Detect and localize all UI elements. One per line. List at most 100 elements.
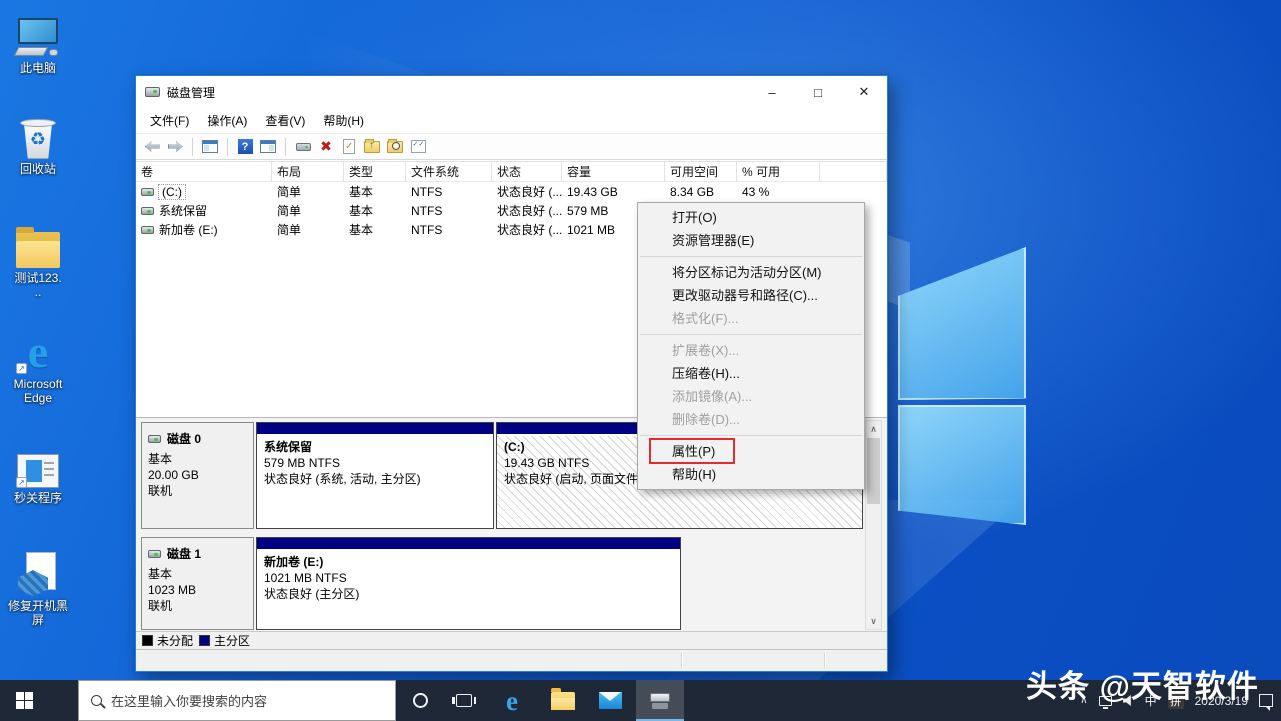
validate-icon[interactable] (340, 138, 358, 156)
partition-size: 579 MB NTFS (264, 455, 486, 471)
column-header-filesystem[interactable]: 文件系统 (406, 162, 492, 181)
column-header-pctfree[interactable]: % 可用 (737, 162, 820, 181)
menu-item-format: 格式化(F)... (638, 307, 864, 330)
shortcut-arrow-icon: ↗ (16, 363, 27, 374)
menu-item-shrink-volume[interactable]: 压缩卷(H)... (638, 362, 864, 385)
toolbar-separator (285, 138, 286, 156)
menu-item-mark-active[interactable]: 将分区标记为活动分区(M) (638, 261, 864, 284)
show-console-tree-icon[interactable] (201, 138, 219, 156)
volume-list-header: 卷 布局 类型 文件系统 状态 容量 可用空间 % 可用 (136, 162, 887, 182)
partition-system-reserved[interactable]: 系统保留 579 MB NTFS 状态良好 (系统, 活动, 主分区) (256, 422, 494, 529)
desktop-icon-label: Microsoft (14, 377, 63, 391)
legend-label: 主分区 (214, 632, 250, 649)
desktop-icon-folder-test[interactable]: 测试123. .. (2, 222, 74, 299)
cortana-button[interactable] (398, 680, 442, 721)
folder-find-icon[interactable] (386, 138, 404, 156)
menu-file[interactable]: 文件(F) (141, 109, 198, 132)
menu-item-change-drive-letter[interactable]: 更改驱动器号和路径(C)... (638, 284, 864, 307)
mail-button[interactable] (588, 680, 632, 721)
volume-icon (141, 226, 154, 234)
search-placeholder: 在这里输入你要搜索的内容 (111, 691, 267, 710)
legend-label: 未分配 (157, 632, 193, 649)
desktop-icon-registry-file[interactable]: 修复开机黑 屏 (2, 550, 74, 627)
toolbar: ? ✖ (136, 133, 887, 160)
partition-new-volume-e[interactable]: 新加卷 (E:) 1021 MB NTFS 状态良好 (主分区) (256, 537, 681, 630)
unallocated-legend-swatch (142, 635, 153, 646)
menu-view[interactable]: 查看(V) (256, 109, 314, 132)
menu-help[interactable]: 帮助(H) (314, 109, 373, 132)
desktop-icon-microsoft-edge[interactable]: e↗ Microsoft Edge (2, 328, 74, 405)
volume-row-c[interactable]: (C:) 简单 基本 NTFS 状态良好 (... 19.43 GB 8.34 … (136, 182, 887, 201)
action-center-icon[interactable] (1259, 694, 1273, 707)
edge-icon: e (506, 688, 518, 714)
disk-1-header[interactable]: 磁盘 1 基本 1023 MB 联机 (141, 537, 254, 630)
disk-0-header[interactable]: 磁盘 0 基本 20.00 GB 联机 (141, 422, 254, 529)
menu-bar: 文件(F) 操作(A) 查看(V) 帮助(H) (136, 108, 887, 133)
column-header-layout[interactable]: 布局 (272, 162, 344, 181)
desktop-icon-label: 秒关程序 (2, 491, 74, 505)
taskbar-search-input[interactable]: 在这里输入你要搜索的内容 (78, 680, 396, 721)
disk-management-app-icon (145, 87, 160, 97)
volume-status: 状态良好 (... (492, 182, 562, 201)
column-header-status[interactable]: 状态 (492, 162, 562, 181)
disk-management-taskbar-button[interactable] (636, 680, 684, 721)
primary-partition-legend-swatch (199, 635, 210, 646)
volume-fs: NTFS (406, 220, 492, 239)
column-header-capacity[interactable]: 容量 (562, 162, 665, 181)
disk-1-row: 磁盘 1 基本 1023 MB 联机 新加卷 (E:) 1021 MB NTFS… (136, 537, 887, 630)
volume-type: 基本 (344, 182, 406, 201)
windows-logo-icon (16, 692, 33, 709)
volume-name: 新加卷 (E:) (159, 221, 218, 238)
menu-action[interactable]: 操作(A) (198, 109, 256, 132)
folder-up-icon[interactable] (363, 138, 381, 156)
help-icon[interactable]: ? (236, 138, 254, 156)
desktop-icon-recycle-bin[interactable]: ♻ 回收站 (2, 113, 74, 176)
watermark-text: 头条 @天智软件 (1026, 661, 1259, 706)
partition-title: 新加卷 (E:) (264, 554, 673, 570)
disk-status: 联机 (148, 598, 247, 614)
disk-management-icon (648, 691, 672, 709)
disk-type: 基本 (148, 451, 247, 467)
scroll-down-icon[interactable]: ∨ (866, 613, 881, 629)
volume-name: (C:) (159, 185, 185, 199)
volume-status: 状态良好 (... (492, 201, 562, 220)
volume-type: 基本 (344, 220, 406, 239)
start-button[interactable] (0, 680, 48, 721)
volume-context-menu: 打开(O) 资源管理器(E) 将分区标记为活动分区(M) 更改驱动器号和路径(C… (637, 202, 865, 490)
menu-item-open[interactable]: 打开(O) (638, 206, 864, 229)
forward-icon[interactable] (166, 138, 184, 156)
scrollbar-thumb[interactable] (867, 438, 880, 504)
taskbar-edge-button[interactable]: e (490, 680, 534, 721)
volume-layout: 简单 (272, 201, 344, 220)
menu-item-add-mirror: 添加镜像(A)... (638, 385, 864, 408)
checklist-icon[interactable] (409, 138, 427, 156)
minimize-button[interactable]: – (749, 76, 795, 108)
maximize-button[interactable]: □ (795, 76, 841, 108)
volume-fs: NTFS (406, 201, 492, 220)
menu-item-help[interactable]: 帮助(H) (638, 463, 864, 486)
vertical-scrollbar[interactable]: ∧ ∨ (865, 420, 882, 630)
delete-volume-icon[interactable]: ✖ (317, 138, 335, 156)
menu-separator (640, 334, 862, 335)
show-action-pane-icon[interactable] (259, 138, 277, 156)
volume-name: 系统保留 (159, 202, 207, 219)
scroll-up-icon[interactable]: ∧ (866, 421, 881, 437)
statusbar-divider (681, 653, 682, 668)
partition-status: 状态良好 (主分区) (264, 586, 673, 602)
task-view-button[interactable] (442, 680, 486, 721)
this-pc-icon (2, 12, 74, 58)
column-header-volume[interactable]: 卷 (136, 162, 272, 181)
desktop-icon-this-pc[interactable]: 此电脑 (2, 12, 74, 75)
disk-icon (148, 550, 161, 558)
menu-item-explorer[interactable]: 资源管理器(E) (638, 229, 864, 252)
desktop-icon-app-shortcut[interactable]: ↗ 秒关程序 (2, 442, 74, 505)
title-bar[interactable]: 磁盘管理 – □ ✕ (136, 76, 887, 108)
file-explorer-button[interactable] (541, 680, 585, 721)
column-header-type[interactable]: 类型 (344, 162, 406, 181)
column-header-freespace[interactable]: 可用空间 (665, 162, 737, 181)
device-rescan-icon[interactable] (294, 138, 312, 156)
menu-item-label: 属性(P) (672, 444, 715, 459)
menu-item-properties[interactable]: 属性(P) (638, 440, 864, 463)
back-icon[interactable] (143, 138, 161, 156)
close-button[interactable]: ✕ (841, 76, 887, 108)
